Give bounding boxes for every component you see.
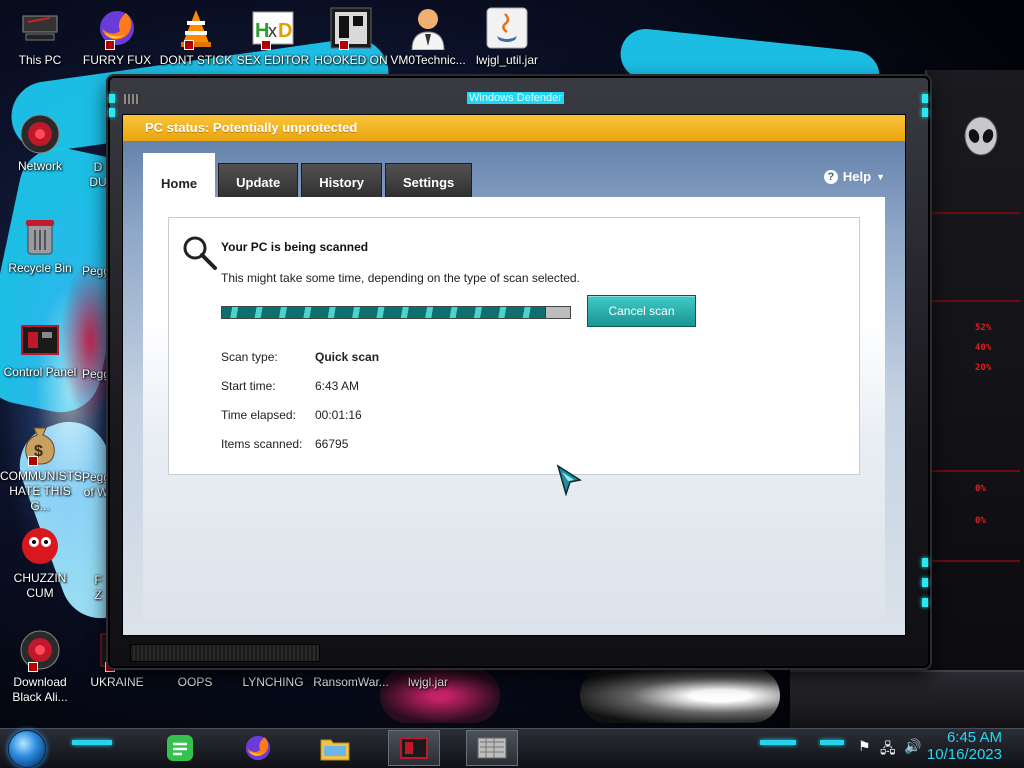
volume-icon[interactable]: 🔊 [904,738,921,755]
clock-date: 10/16/2023 [926,746,1002,763]
tab-home[interactable]: Home [143,153,216,199]
desktop-icon-download-black-alien[interactable]: Download Black Ali... [0,628,80,705]
magnifier-icon [183,236,217,270]
scan-status-card: Your PC is being scanned This might take… [168,217,860,475]
hud-percent: 0% [975,484,986,494]
desktop-icon-furry-fux[interactable]: FURRY FUX [77,6,157,68]
items-scanned-row: Items scanned: 66795 [221,437,348,451]
defender-app-icon [477,737,507,759]
window-title: Windows Defender [467,92,564,104]
tab-update[interactable]: Update [218,163,299,199]
tab-bar: Home Update History Settings [143,153,475,199]
svg-text:D: D [278,20,292,42]
desktop-icon-hooked-on[interactable]: HOOKED ON [311,6,391,68]
alienware-logo-icon [964,116,998,156]
doctor-icon [406,6,450,50]
cancel-scan-button[interactable]: Cancel scan [587,295,696,327]
hud-percent: 20% [975,363,992,373]
start-button[interactable] [8,730,46,768]
taskbar-app-notes[interactable] [160,730,200,766]
desktop-icon-communists[interactable]: $ COMMUNISTS HATE THIS G... [0,422,82,514]
network-tray-icon[interactable]: 🖧 [880,738,896,762]
desktop-icon-this-pc[interactable]: This PC [0,6,80,68]
hxd-icon: HxD [251,6,295,50]
firefox-icon [95,6,139,50]
defender-client-area: PC status: Potentially unprotected Home … [122,114,906,636]
java-icon [485,6,529,50]
control-panel-icon [18,318,62,362]
help-label: Help [842,169,872,184]
info-value: Quick scan [315,350,380,364]
home-panel: Your PC is being scanned This might take… [143,197,885,619]
recycle-bin-icon [18,214,62,258]
flag-icon[interactable]: ⚑ [858,738,871,755]
taskbar-clock[interactable]: 6:45 AM 10/16/2023 [927,729,1002,763]
pc-status-bar: PC status: Potentially unprotected [123,115,905,141]
window-menu-icon[interactable] [124,94,140,104]
this-pc-icon [18,6,62,50]
mouse-cursor-icon [556,464,582,496]
notes-app-icon [167,735,193,761]
time-elapsed-row: Time elapsed: 00:01:16 [221,408,362,422]
hud-percent: 0% [975,516,986,526]
app-icon [329,6,373,50]
chevron-down-icon: ▼ [876,171,885,182]
desktop-icon-sex-editor[interactable]: HxD SEX EDITOR [233,6,313,68]
desktop-icon-dont-stick[interactable]: DONT STICK [156,6,236,68]
taskbar-app-hud[interactable] [388,730,440,766]
alien-icon [18,628,62,672]
desktop-icon-network[interactable]: Network [0,112,80,174]
info-value: 6:43 AM [315,379,360,393]
defender-window: Windows Defender PC status: Potentially … [108,76,930,668]
vlc-icon [174,6,218,50]
scan-subtitle: This might take some time, depending on … [221,271,580,285]
scan-progress-bar [221,306,571,319]
desktop-icon-recycle-bin[interactable]: Recycle Bin [0,214,80,276]
hud-percent: 52% [975,323,992,333]
chuzzle-icon [18,524,62,568]
info-label: Items scanned: [221,437,303,451]
network-icon [18,112,62,156]
clock-time: 6:45 AM [946,729,1002,746]
money-bag-icon: $ [18,422,62,466]
svg-text:x: x [268,21,277,41]
taskbar-app-file-explorer[interactable] [315,730,355,766]
scan-progress-fill [222,307,546,318]
taskbar-app-firefox[interactable] [238,730,278,766]
hud-percent: 40% [975,343,992,353]
desktop-icon-chuzzin-cum[interactable]: CHUZZIN CUM [0,524,80,601]
desktop-icon-control-panel[interactable]: Control Panel [0,318,80,380]
taskbar-app-windows-defender[interactable] [466,730,518,766]
info-value: 66795 [315,437,349,451]
tab-history[interactable]: History [301,163,382,199]
info-label: Scan type: [221,350,278,364]
firefox-icon [245,735,271,761]
file-explorer-icon [320,739,350,761]
start-time-row: Start time: 6:43 AM [221,379,359,393]
help-menu[interactable]: ? Help ▼ [823,169,885,184]
scan-title: Your PC is being scanned [221,240,369,254]
window-status-strip [130,644,320,662]
info-label: Time elapsed: [221,408,296,422]
hud-panel [925,70,1024,690]
scan-type-row: Scan type: Quick scan [221,350,379,364]
tab-settings[interactable]: Settings [384,163,473,199]
info-value: 00:01:16 [315,408,362,422]
desktop-icon-vm0technic[interactable]: VM0Technic... [388,6,468,68]
desktop-icon-lwjgl-util-jar[interactable]: lwjgl_util.jar [467,6,547,68]
hud-app-icon [400,737,428,759]
info-label: Start time: [221,379,276,393]
help-icon: ? [823,169,838,184]
